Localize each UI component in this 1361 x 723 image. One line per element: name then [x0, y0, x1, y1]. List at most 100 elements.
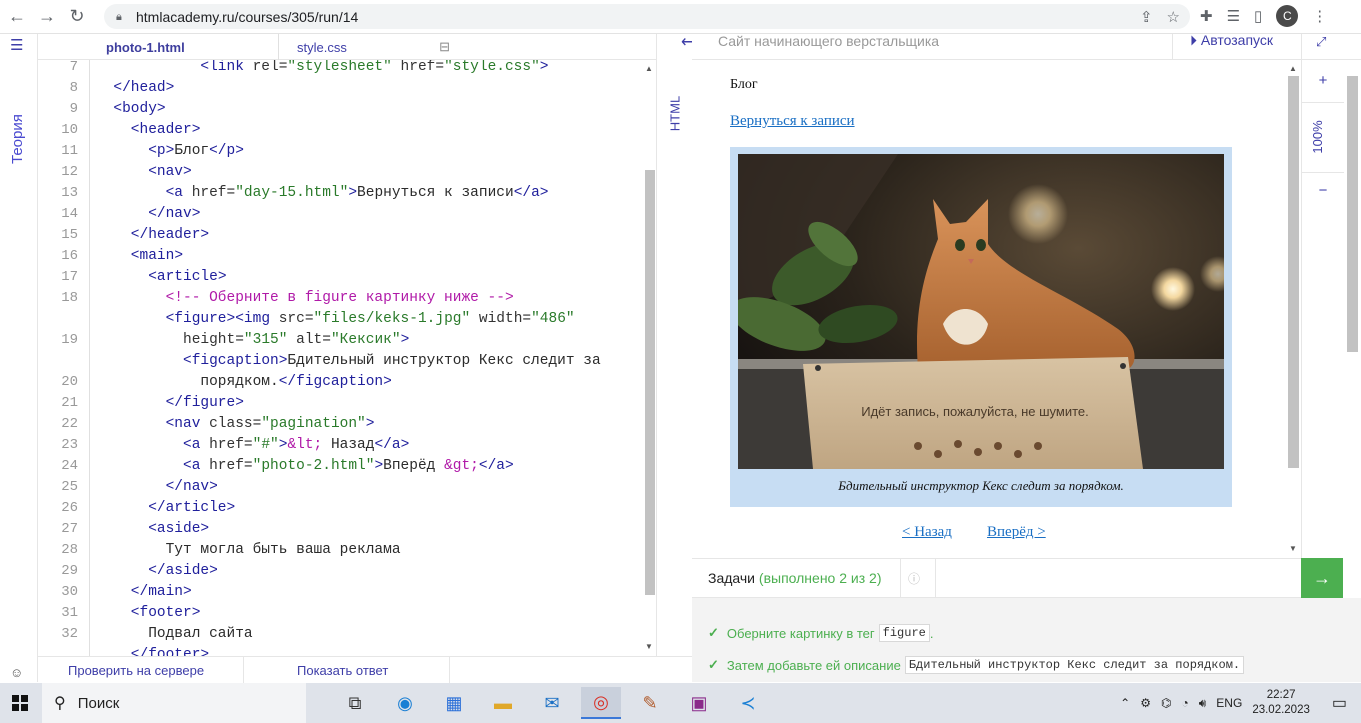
system-tray: ⌃ ⚙ ⌬ ◔ 🔊︎ ENG 22:27 23.02.2023 ▭	[1120, 683, 1361, 723]
vscode-icon[interactable]: ≺	[728, 687, 768, 719]
taskbar-search[interactable]: ⚲ Поиск	[42, 683, 306, 723]
mail-icon[interactable]: ✉	[532, 687, 572, 719]
next-step-button[interactable]: →	[1301, 558, 1343, 598]
code-area[interactable]: <link rel="stylesheet" href="style.css">…	[96, 60, 636, 656]
expand-icon[interactable]: ⤢	[1316, 34, 1326, 50]
profile-avatar[interactable]: C	[1276, 5, 1299, 27]
line-number: 13	[61, 185, 78, 201]
task-view-icon[interactable]: ⧉	[335, 687, 375, 719]
scroll-up-icon[interactable]: ▲	[645, 64, 653, 73]
autorun-toggle[interactable]: ⏵ Автозапуск	[1190, 32, 1273, 49]
editor-scroll-thumb[interactable]	[645, 170, 655, 595]
scroll-up-icon[interactable]: ▲	[1289, 64, 1297, 73]
code-line[interactable]: <nav class="pagination">	[166, 414, 375, 435]
code-line[interactable]: Тут могла быть ваша реклама	[166, 540, 401, 561]
code-line[interactable]: <footer>	[131, 603, 201, 624]
forward-arrow-icon[interactable]: →	[32, 2, 62, 32]
paint-icon[interactable]: ✎	[630, 687, 670, 719]
code-line[interactable]: </nav>	[166, 477, 218, 498]
save-app-icon[interactable]: ▣	[679, 687, 719, 719]
zoom-in-button[interactable]: +	[1302, 72, 1344, 89]
code-line[interactable]: <a href="photo-2.html">Вперёд &gt;</a>	[183, 456, 514, 477]
code-line[interactable]: </nav>	[148, 204, 200, 225]
editor-scrollbar[interactable]: ▲ ▼	[642, 60, 656, 656]
store-icon[interactable]: ▦	[434, 687, 474, 719]
extensions-icon[interactable]: ✚	[1200, 7, 1213, 25]
pagination-prev-link[interactable]: < Назад	[902, 524, 952, 541]
back-arrow-icon[interactable]: ←	[2, 2, 32, 32]
code-line[interactable]: height="315" alt="Кексик">	[183, 330, 409, 351]
code-line[interactable]: </main>	[131, 582, 192, 603]
code-line[interactable]: <figcaption>Бдительный инструктор Кекс с…	[183, 351, 601, 372]
show-answer-button[interactable]: Показать ответ	[244, 657, 450, 683]
code-line[interactable]: <a href="#">&lt; Назад</a>	[183, 435, 409, 456]
split-icon[interactable]: ⊟	[439, 39, 450, 55]
reload-icon[interactable]: ↻	[62, 2, 92, 32]
code-line[interactable]: </head>	[113, 78, 174, 99]
url-text: htmlacademy.ru/courses/305/run/14	[136, 8, 359, 25]
zoom-out-button[interactable]: −	[1302, 182, 1344, 199]
outer-scroll-thumb[interactable]	[1347, 76, 1358, 352]
reading-list-icon[interactable]: ☰	[1227, 7, 1240, 25]
kebab-menu-icon[interactable]: ⋮	[1312, 7, 1327, 25]
notifications-icon[interactable]: ▭	[1332, 693, 1347, 713]
preview-scroll-thumb[interactable]	[1288, 76, 1299, 468]
address-bar[interactable]: 🔒︎ htmlacademy.ru/courses/305/run/14 ⇪ ☆	[104, 4, 1190, 29]
menu-icon[interactable]: ☰	[10, 36, 23, 54]
line-number: 14	[61, 206, 78, 222]
tray-app-icon[interactable]: ⚙	[1140, 696, 1151, 710]
code-line[interactable]: <figure><img src="files/keks-1.jpg" widt…	[166, 309, 575, 330]
code-line[interactable]: <body>	[113, 99, 165, 120]
tab-style-css[interactable]: style.css ⊟	[278, 34, 468, 60]
back-to-post-link[interactable]: Вернуться к записи	[730, 113, 855, 130]
code-line[interactable]: <!-- Оберните в figure картинку ниже -->	[166, 288, 514, 309]
clock[interactable]: 22:27 23.02.2023	[1252, 688, 1310, 718]
language-indicator[interactable]: ENG	[1216, 696, 1242, 710]
edge-icon[interactable]: ◉	[385, 687, 425, 719]
line-number	[38, 351, 78, 372]
code-line[interactable]: </footer>	[131, 645, 209, 656]
volume-icon[interactable]: 🔊︎	[1199, 696, 1207, 711]
code-line[interactable]: <a href="day-15.html">Вернуться к записи…	[166, 183, 549, 204]
network-icon[interactable]: ⌬	[1161, 696, 1171, 710]
check-on-server-button[interactable]: Проверить на сервере	[38, 657, 244, 683]
code-line[interactable]: <article>	[148, 267, 226, 288]
code-line[interactable]: Подвал сайта	[148, 624, 252, 645]
code-line[interactable]: <header>	[131, 120, 201, 141]
preview-frame: Блог Вернуться к записи Идёт запись, пож…	[692, 60, 1301, 558]
scroll-down-icon[interactable]: ▼	[645, 642, 653, 651]
preview-scrollbar[interactable]: ▲ ▼	[1286, 60, 1301, 558]
play-icon: ⏵	[1190, 32, 1197, 48]
theory-tab[interactable]: Теория	[9, 114, 26, 164]
line-number: 28	[61, 542, 78, 558]
code-line[interactable]: </header>	[131, 225, 209, 246]
share-icon[interactable]: ⇪	[1140, 8, 1153, 26]
feedback-icon[interactable]: ☺	[10, 665, 23, 680]
code-line[interactable]: <nav>	[148, 162, 192, 183]
code-line[interactable]: порядком.</figcaption>	[200, 372, 391, 393]
explorer-icon[interactable]: ▬	[483, 687, 523, 719]
scroll-down-icon[interactable]: ▼	[1289, 544, 1297, 553]
code-line[interactable]: <link rel="stylesheet" href="style.css">	[200, 60, 548, 78]
task-item: ✓ Затем добавьте ей описание Бдительный …	[708, 656, 1245, 674]
code-line[interactable]: </figure>	[166, 393, 244, 414]
tray-chevron-icon[interactable]: ⌃	[1120, 696, 1130, 710]
line-number: 17	[61, 269, 78, 285]
pagination-next-link[interactable]: Вперёд >	[987, 524, 1046, 541]
wifi-icon[interactable]: ◔	[1181, 696, 1188, 710]
code-line[interactable]: <p>Блог</p>	[148, 141, 244, 162]
code-line[interactable]: <aside>	[148, 519, 209, 540]
line-number: 11	[61, 143, 78, 159]
html-tab-label[interactable]: HTML	[668, 92, 683, 136]
zoom-panel: + 100% −	[1301, 60, 1361, 558]
code-line[interactable]: </aside>	[148, 561, 218, 582]
bookmark-star-icon[interactable]: ☆	[1167, 8, 1180, 26]
info-icon[interactable]: ⓘ	[908, 570, 920, 587]
tasks-title: Задачи	[708, 570, 756, 586]
line-number: 16	[61, 248, 78, 264]
code-line[interactable]: <main>	[131, 246, 183, 267]
chrome-icon[interactable]: ◎	[581, 687, 621, 719]
side-panel-icon[interactable]: ▯	[1254, 7, 1262, 25]
start-button[interactable]	[0, 683, 40, 723]
code-line[interactable]: </article>	[148, 498, 235, 519]
